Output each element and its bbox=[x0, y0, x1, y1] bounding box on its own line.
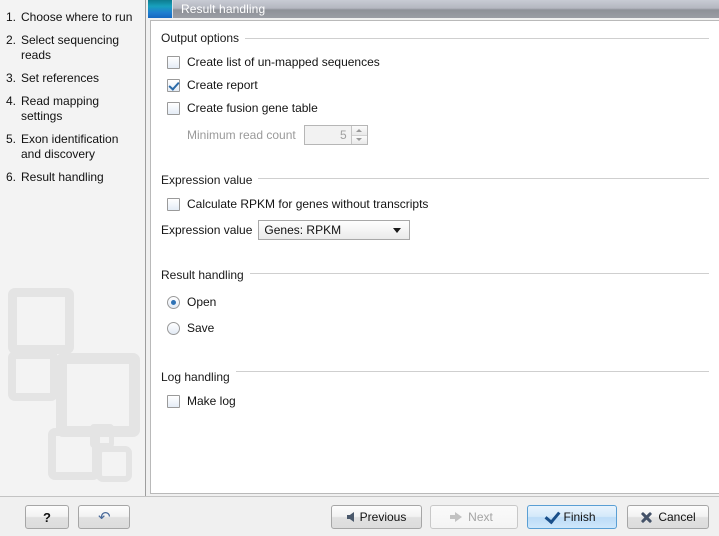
expression-value-row: Expression value Genes: RPKM bbox=[161, 218, 709, 242]
group-body: Calculate RPKM for genes without transcr… bbox=[161, 187, 709, 242]
group-title-result-handling: Result handling bbox=[161, 268, 250, 282]
stepper-down-button[interactable] bbox=[351, 134, 367, 144]
create-unmapped-list-checkbox[interactable] bbox=[167, 55, 180, 69]
decorative-squares-watermark bbox=[0, 266, 145, 496]
redo-arrow-icon: ↷ bbox=[97, 508, 111, 526]
radio-row-open[interactable]: Open bbox=[167, 291, 709, 313]
result-open-radio[interactable] bbox=[167, 295, 180, 309]
checkbox-row-fusion[interactable]: Create fusion gene table bbox=[167, 97, 709, 119]
stepper-up-button[interactable] bbox=[351, 126, 367, 135]
wizard-dialog: Result handling 1. Choose where to run 2… bbox=[0, 0, 719, 536]
minimum-read-count-row: Minimum read count 5 bbox=[167, 123, 709, 147]
previous-button-label: Previous bbox=[359, 510, 407, 524]
group-result-handling: Result handling Open Save bbox=[161, 256, 709, 354]
create-report-label: Create report bbox=[187, 78, 258, 92]
wizard-header: Result handling bbox=[148, 0, 719, 18]
cancel-button-label: Cancel bbox=[658, 510, 696, 524]
step-label: Read mapping settings bbox=[21, 94, 100, 123]
create-fusion-gene-table-label: Create fusion gene table bbox=[187, 101, 318, 115]
sidebar-item-set-references[interactable]: 3. Set references bbox=[0, 67, 145, 90]
group-body: Open Save bbox=[161, 282, 709, 339]
step-list: 1. Choose where to run 2. Select sequenc… bbox=[0, 0, 145, 189]
step-label: Result handling bbox=[21, 170, 104, 184]
expression-value-dropdown[interactable]: Genes: RPKM bbox=[258, 220, 411, 240]
caret-down-icon bbox=[356, 138, 363, 142]
step-label: Choose where to run bbox=[21, 10, 133, 24]
question-mark-icon: ? bbox=[43, 509, 51, 525]
group-title-log-handling: Log handling bbox=[161, 370, 236, 384]
expression-value-label: Expression value bbox=[161, 223, 253, 237]
result-save-label: Save bbox=[187, 321, 215, 335]
sidebar-item-select-sequencing-reads[interactable]: 2. Select sequencing reads bbox=[0, 29, 145, 67]
next-button-label: Next bbox=[468, 510, 493, 524]
step-number: 4. bbox=[6, 94, 17, 108]
minimum-read-count-label: Minimum read count bbox=[187, 128, 296, 142]
group-expression-value: Expression value Calculate RPKM for gene… bbox=[161, 161, 709, 256]
checkbox-row-rpkm-no-transcripts[interactable]: Calculate RPKM for genes without transcr… bbox=[167, 193, 709, 215]
group-body: Create list of un-mapped sequences Creat… bbox=[161, 45, 709, 147]
checkbox-row-report[interactable]: Create report bbox=[167, 74, 709, 96]
checkmark-icon bbox=[545, 507, 561, 525]
step-number: 5. bbox=[6, 132, 17, 146]
result-handling-panel: Output options Create list of un-mapped … bbox=[150, 20, 719, 494]
minimum-read-count-stepper[interactable]: 5 bbox=[303, 125, 368, 145]
expression-value-selected: Genes: RPKM bbox=[264, 223, 342, 237]
group-output-options: Output options Create list of un-mapped … bbox=[161, 21, 709, 161]
calculate-rpkm-checkbox[interactable] bbox=[167, 197, 180, 211]
checkbox-row-make-log[interactable]: Make log bbox=[167, 390, 709, 412]
reset-button[interactable]: ↷ bbox=[78, 505, 130, 529]
wizard-content-area: Output options Create list of un-mapped … bbox=[148, 18, 719, 496]
page-title: Result handling bbox=[181, 2, 266, 16]
finish-button[interactable]: Finish bbox=[527, 505, 617, 529]
close-x-icon bbox=[640, 511, 652, 523]
wizard-footer: ? ↷ Previous Next Finish Cancel bbox=[0, 496, 719, 536]
group-log-handling: Log handling Make log bbox=[161, 354, 709, 427]
group-title-expression-value: Expression value bbox=[161, 173, 259, 187]
step-number: 1. bbox=[6, 10, 17, 24]
arrow-right-icon bbox=[450, 512, 463, 522]
help-button[interactable]: ? bbox=[25, 505, 69, 529]
sidebar-item-read-mapping-settings[interactable]: 4. Read mapping settings bbox=[0, 90, 145, 128]
create-fusion-gene-table-checkbox[interactable] bbox=[167, 101, 180, 115]
result-save-radio[interactable] bbox=[167, 321, 180, 335]
sidebar-item-choose-where-to-run[interactable]: 1. Choose where to run bbox=[0, 6, 145, 29]
checkbox-row-unmapped[interactable]: Create list of un-mapped sequences bbox=[167, 51, 709, 73]
create-report-checkbox[interactable] bbox=[167, 78, 180, 92]
make-log-checkbox[interactable] bbox=[167, 394, 180, 408]
calculate-rpkm-label: Calculate RPKM for genes without transcr… bbox=[187, 197, 429, 211]
step-label: Set references bbox=[21, 71, 100, 85]
chevron-down-icon bbox=[393, 227, 402, 233]
create-unmapped-list-label: Create list of un-mapped sequences bbox=[187, 55, 380, 69]
minimum-read-count-input[interactable]: 5 bbox=[304, 126, 351, 144]
step-label: Select sequencing reads bbox=[21, 33, 120, 62]
wizard-step-sidebar: 1. Choose where to run 2. Select sequenc… bbox=[0, 0, 146, 496]
result-open-label: Open bbox=[187, 295, 217, 309]
group-divider bbox=[161, 371, 709, 376]
step-number: 3. bbox=[6, 71, 17, 85]
group-title-output-options: Output options bbox=[161, 31, 246, 45]
sidebar-item-exon-identification[interactable]: 5. Exon identification and discovery bbox=[0, 128, 145, 166]
radio-row-save[interactable]: Save bbox=[167, 317, 709, 339]
previous-button[interactable]: Previous bbox=[331, 505, 422, 529]
wizard-step-icon bbox=[148, 0, 173, 18]
cancel-button[interactable]: Cancel bbox=[627, 505, 709, 529]
step-number: 2. bbox=[6, 33, 17, 47]
step-label: Exon identification and discovery bbox=[21, 132, 119, 161]
group-body: Make log bbox=[161, 384, 709, 412]
arrow-left-icon bbox=[346, 512, 354, 522]
next-button: Next bbox=[430, 505, 518, 529]
step-number: 6. bbox=[6, 170, 17, 184]
caret-up-icon bbox=[356, 128, 363, 132]
make-log-label: Make log bbox=[187, 394, 236, 408]
stepper-arrows[interactable] bbox=[350, 126, 367, 144]
finish-button-label: Finish bbox=[563, 510, 596, 524]
sidebar-item-result-handling[interactable]: 6. Result handling bbox=[0, 166, 145, 189]
